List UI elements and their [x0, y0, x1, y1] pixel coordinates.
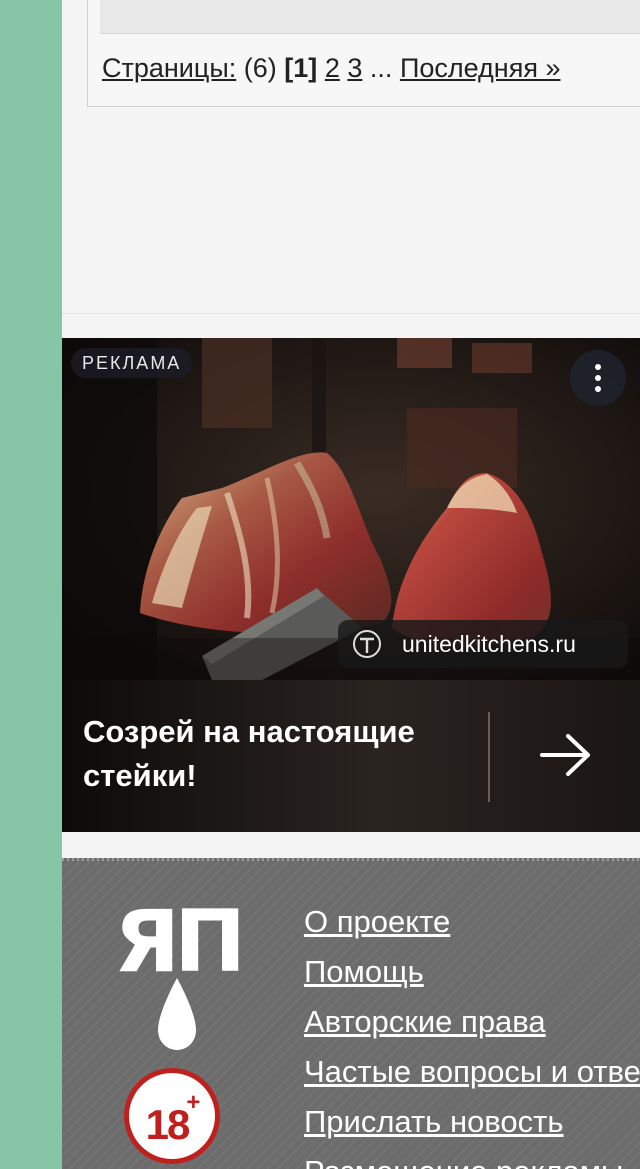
pagination-ellipsis: ...: [369, 53, 393, 83]
pagination-card: Страницы: (6) [1] 2 3 ... Последняя »: [87, 0, 640, 107]
pagination-current: [1]: [284, 53, 318, 83]
footer-link-faq[interactable]: Частые вопросы и ответы: [304, 1054, 640, 1089]
age-rating-number: 18: [145, 1101, 191, 1148]
footer-link-advertising[interactable]: Размещение рекламы: [304, 1154, 623, 1169]
page-content: Страницы: (6) [1] 2 3 ... Последняя » РЕ…: [62, 0, 640, 1169]
left-side-strip: [0, 0, 62, 1169]
age-rating-plus: +: [186, 1089, 200, 1116]
section-divider: [62, 313, 640, 314]
drop-icon: [158, 978, 196, 1050]
site-favicon-icon: [353, 630, 381, 658]
content-box-bottom: [100, 0, 640, 34]
pagination-label-link[interactable]: Страницы:: [102, 53, 236, 83]
ad-caption-separator: [488, 712, 490, 802]
ad-caption-bar[interactable]: Созрей на настоящие стейки!: [62, 680, 640, 832]
site-footer: ЯП 18+ О проекте Помощь Авторские права …: [62, 858, 640, 1169]
footer-link-submit-news[interactable]: Прислать новость: [304, 1104, 564, 1139]
page-link-3[interactable]: 3: [347, 53, 362, 83]
ad-headline[interactable]: Созрей на настоящие стейки!: [83, 710, 473, 798]
arrow-right-icon[interactable]: [538, 732, 594, 778]
ad-label-badge: РЕКЛАМА: [71, 348, 193, 378]
ad-domain-text: unitedkitchens.ru: [402, 631, 576, 657]
page-link-2[interactable]: 2: [325, 53, 340, 83]
footer-link-about[interactable]: О проекте: [304, 904, 450, 939]
age-rating-badge: 18+: [124, 1068, 220, 1164]
more-vertical-icon[interactable]: [570, 350, 626, 406]
advertisement[interactable]: РЕКЛАМА unitedkitchens.ru Созрей на наст…: [62, 338, 640, 832]
footer-dotted-border: [62, 858, 640, 861]
ad-domain-chip[interactable]: unitedkitchens.ru: [338, 620, 628, 668]
footer-link-copyright[interactable]: Авторские права: [304, 1004, 546, 1039]
site-logo[interactable]: ЯП: [97, 896, 257, 1050]
footer-link-help[interactable]: Помощь: [304, 954, 424, 989]
footer-links: О проекте Помощь Авторские права Частые …: [304, 902, 640, 1169]
last-page-link[interactable]: Последняя »: [400, 53, 561, 83]
pagination-total: (6): [243, 53, 277, 83]
pagination: Страницы: (6) [1] 2 3 ... Последняя »: [102, 53, 560, 84]
